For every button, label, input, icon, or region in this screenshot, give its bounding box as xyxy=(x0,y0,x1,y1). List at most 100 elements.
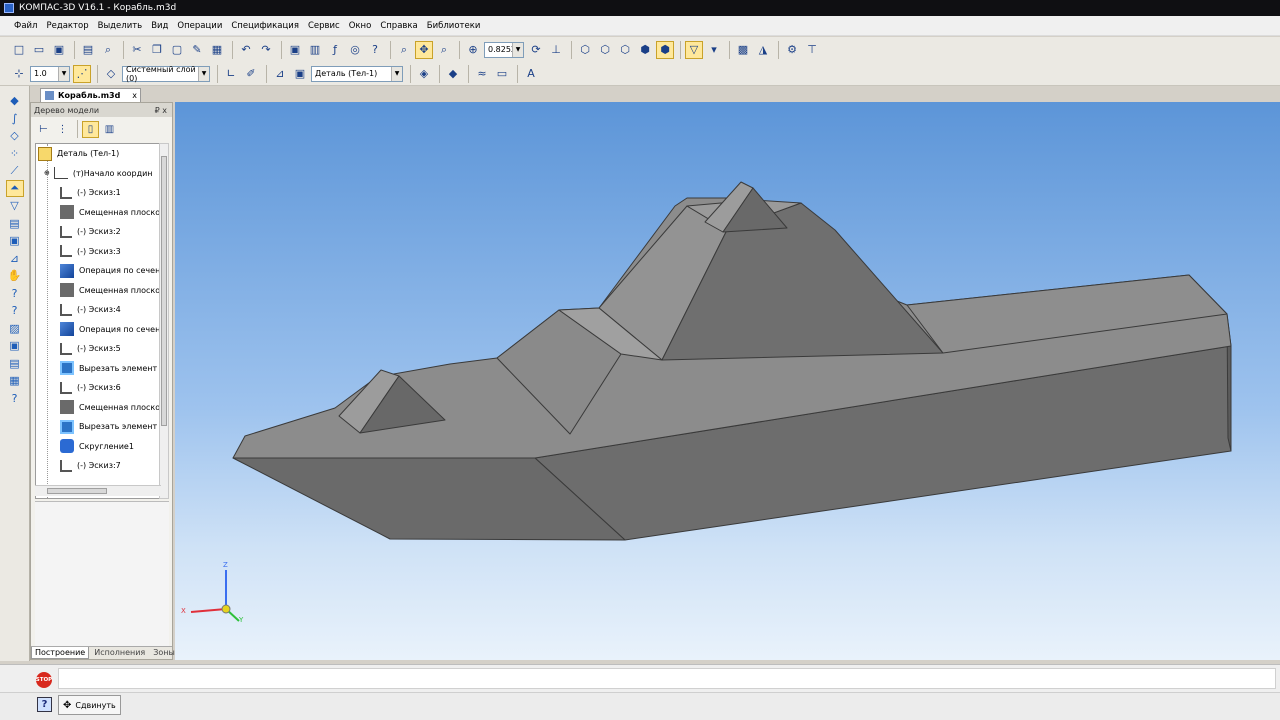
no-hidden-lines-icon[interactable]: ⬡ xyxy=(616,41,634,59)
save-icon[interactable]: ▣ xyxy=(50,41,68,59)
tree-item-cut-2[interactable]: Вырезать элемент xyxy=(36,417,160,437)
chevron-down-icon[interactable]: ▼ xyxy=(58,66,69,81)
material-icon[interactable]: ◈ xyxy=(415,65,433,83)
menu-operations[interactable]: Операции xyxy=(177,21,222,31)
grid-snap-icon[interactable]: ⋰ xyxy=(73,64,91,83)
mass-properties-icon[interactable]: ▤ xyxy=(6,355,24,372)
auxiliary-geometry-icon[interactable]: ⟋ xyxy=(6,162,24,179)
perspective-icon[interactable]: ◮ xyxy=(754,41,772,59)
text-size-icon[interactable]: A xyxy=(522,65,540,83)
zoom-window-icon[interactable]: ⌕ xyxy=(395,41,413,59)
edit-part-icon[interactable]: ✐ xyxy=(242,65,260,83)
selection-icon[interactable]: ▨ xyxy=(6,320,24,337)
diagnostics-icon[interactable]: ? xyxy=(6,302,24,319)
document-tab[interactable]: Корабль.m3d x xyxy=(40,88,141,102)
menu-libraries[interactable]: Библиотеки xyxy=(427,21,481,31)
help-pointer-icon[interactable]: ? xyxy=(366,41,384,59)
sheet-metal-icon[interactable]: ⏶ xyxy=(5,179,24,197)
stop-icon[interactable]: STOP xyxy=(36,672,52,688)
tree-item-loft-2[interactable]: Операция по сечен xyxy=(36,320,160,340)
tree-vertical-scrollbar[interactable] xyxy=(159,143,169,499)
format-brush-icon[interactable]: ✎ xyxy=(188,41,206,59)
menu-service[interactable]: Сервис xyxy=(308,21,340,31)
step-cursor-icon[interactable]: ⊹ xyxy=(10,65,28,83)
tab-zones[interactable]: Зоны xyxy=(150,647,178,659)
tree-item-fillet-1[interactable]: Скругление1 xyxy=(36,437,160,457)
symbols-icon[interactable]: ✋ xyxy=(6,267,24,284)
halftone-edges-icon[interactable]: ⬢ xyxy=(656,40,674,59)
library-manager-icon[interactable]: ▥ xyxy=(306,41,324,59)
tree-relations-icon[interactable]: ▥ xyxy=(101,121,118,138)
mates-icon[interactable]: ⚙ xyxy=(783,41,801,59)
report-icon[interactable]: ▣ xyxy=(6,232,24,249)
spatial-curves-icon[interactable]: ∫ xyxy=(6,110,24,127)
measure-icon[interactable]: ◎ xyxy=(346,41,364,59)
tree-expand-icon[interactable]: ⋮ xyxy=(54,121,71,138)
menu-view[interactable]: Вид xyxy=(151,21,168,31)
measure-tool-icon[interactable]: ? xyxy=(6,285,24,302)
tree-item-loft-1[interactable]: Операция по сечен xyxy=(36,261,160,281)
tree-item-sketch-4[interactable]: (-) Эскиз:4 xyxy=(36,300,160,320)
tree-item-offset-plane-1[interactable]: Смещенная плоскос xyxy=(36,203,160,223)
paste-icon[interactable]: ▢ xyxy=(168,41,186,59)
tab-build[interactable]: Построение xyxy=(31,647,90,659)
edit-part-tool-icon[interactable]: ◆ xyxy=(6,92,24,109)
tree-history-icon[interactable]: ▯ xyxy=(82,120,99,138)
copy-icon[interactable]: ❐ xyxy=(148,41,166,59)
tree-item-sketch-3[interactable]: (-) Эскиз:3 xyxy=(36,242,160,262)
tree-item-sketch-7[interactable]: (-) Эскиз:7 xyxy=(36,456,160,476)
menu-edit[interactable]: Редактор xyxy=(46,21,88,31)
surfaces-icon[interactable]: ◇ xyxy=(6,127,24,144)
tree-item-sketch-1[interactable]: (-) Эскиз:1 xyxy=(36,183,160,203)
orientation-icon[interactable]: ⊥ xyxy=(547,41,565,59)
wireframe-icon[interactable]: ⬡ xyxy=(576,41,594,59)
print-icon[interactable]: ▤ xyxy=(79,41,97,59)
hidden-lines-icon[interactable]: ⬡ xyxy=(596,41,614,59)
scrollbar-thumb[interactable] xyxy=(161,156,167,426)
tree-item-sketch-2[interactable]: (-) Эскиз:2 xyxy=(36,222,160,242)
properties-icon[interactable]: ▦ xyxy=(208,41,226,59)
scrollbar-thumb[interactable] xyxy=(47,488,107,494)
new-document-icon[interactable]: □ xyxy=(10,41,28,59)
preview-icon[interactable]: ⌕ xyxy=(99,41,117,59)
undo-icon[interactable]: ↶ xyxy=(237,41,255,59)
local-cs-icon[interactable]: ⊿ xyxy=(271,65,289,83)
command-field[interactable] xyxy=(58,668,1276,689)
tree-horizontal-scrollbar[interactable] xyxy=(35,485,161,496)
dimensions-icon[interactable]: ⊿ xyxy=(6,250,24,267)
tree-item-origin[interactable]: ⊕ (т)Начало координ xyxy=(36,164,160,184)
specification-icon[interactable]: ▤ xyxy=(6,215,24,232)
halftone-icon[interactable]: ⬢ xyxy=(636,41,654,59)
part-selector-icon[interactable]: ▣ xyxy=(291,65,309,83)
menu-select[interactable]: Выделить xyxy=(98,21,143,31)
check-collisions-icon[interactable]: ▦ xyxy=(6,372,24,389)
what-is-it-icon[interactable]: ? xyxy=(6,390,24,407)
step-combo[interactable]: 1.0 ▼ xyxy=(30,65,70,82)
tree-item-offset-plane-3[interactable]: Смещенная плоскос xyxy=(36,398,160,418)
sketch-mode-icon[interactable]: ∟ xyxy=(222,65,240,83)
tab-versions[interactable]: Исполнения xyxy=(91,647,148,659)
tree-item-part[interactable]: Деталь (Тел-1) xyxy=(36,144,160,164)
chevron-down-icon[interactable]: ▼ xyxy=(512,42,523,57)
tree-item-cut-1[interactable]: Вырезать элемент xyxy=(36,359,160,379)
part-combo[interactable]: Деталь (Тел-1) ▼ xyxy=(311,65,403,82)
color-icon[interactable]: ◆ xyxy=(444,65,462,83)
ruler-icon[interactable]: ⊤ xyxy=(803,41,821,59)
zoom-combo[interactable]: 0.8252 ▼ xyxy=(484,41,524,58)
arrays-icon[interactable]: ⁘ xyxy=(6,145,24,162)
display-mode-icon[interactable]: ▭ xyxy=(493,65,511,83)
variables-icon[interactable]: ƒ xyxy=(326,41,344,59)
tree-item-sketch-6[interactable]: (-) Эскиз:6 xyxy=(36,378,160,398)
model-viewport[interactable]: Z X Y xyxy=(175,102,1280,660)
menu-specification[interactable]: Спецификация xyxy=(231,21,299,31)
filter-icon[interactable]: ▽ xyxy=(685,40,703,59)
cut-icon[interactable]: ✂ xyxy=(128,41,146,59)
chevron-down-icon[interactable]: ▼ xyxy=(198,66,209,81)
filter-tool-icon[interactable]: ▽ xyxy=(6,197,24,214)
zoom-scale-icon[interactable]: ⊕ xyxy=(464,41,482,59)
help-icon[interactable]: ? xyxy=(37,697,52,712)
move-button[interactable]: ✥ Сдвинуть xyxy=(58,695,121,715)
menu-file[interactable]: Файл xyxy=(14,21,37,31)
display-settings-icon[interactable]: ▾ xyxy=(705,41,723,59)
rotate-icon[interactable]: ⟳ xyxy=(527,41,545,59)
